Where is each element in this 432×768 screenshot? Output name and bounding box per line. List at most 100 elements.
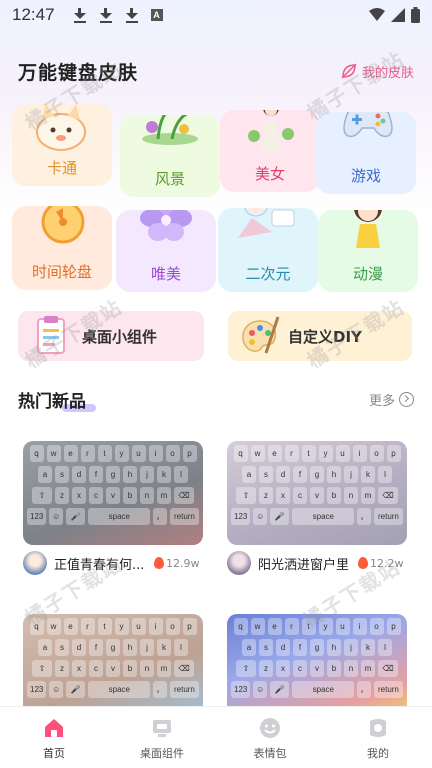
keyboard-preview: q w e r t y u i o p a s d f g h j k l ⇧ z x c v b n m ⌫ 123 ☺ 🎤 space， r… [231,618,403,714]
category-label: 二次元 [245,265,291,283]
key: j [140,639,154,656]
key: t [97,618,112,635]
keyboard-preview: q w e r t y u i o p a s d f g h j k l ⇧ z x c v b n m ⌫ 123 ☺ 🎤 space， r… [231,445,403,541]
keyboard-row: ⇧ z x c v b n m ⌫ [231,487,403,504]
key: ， [357,508,371,525]
key: v [106,487,120,504]
wifi-icon [369,8,385,21]
nav-emoji[interactable]: 表情包 [216,707,324,768]
key: ☺ [253,508,267,525]
key: t [301,445,316,462]
keyboard-row: asdfghjkl [231,466,403,483]
status-time: 12:47 [12,5,55,24]
flower-icon [140,210,192,241]
desktop-widget-card[interactable]: 桌面小组件 [18,311,204,361]
keyboard-row: asdfghjkl [27,639,199,656]
chevron-right-icon [399,391,414,407]
key: f [293,639,307,656]
anime-girl-icon [238,208,295,238]
nav-label: 表情包 [253,747,287,760]
key: b [327,660,341,677]
key: h [123,639,137,656]
category-label: 动漫 [352,265,383,283]
keyboard-row: qwertyuiop [231,445,403,462]
clipboard-icon [37,316,65,354]
keyboard-row: qwertyuiop [231,618,403,635]
key: d [72,639,86,656]
more-label: 更多 [368,393,395,409]
key: q [233,445,248,462]
key: s [259,466,273,483]
key: u [131,445,146,462]
skin-card[interactable]: q w e r t y u i o p a s d f g h j k l ⇧ z x c v b n m ⌫ 123 ☺ 🎤 space， r… [227,614,407,718]
key: d [72,466,86,483]
keyboard-row: asdfghjkl [231,639,403,656]
key: 123 [231,681,251,698]
key: ⌫ [378,487,398,504]
hot-section-header: 热门新品 更多 [18,386,414,412]
key: k [157,466,171,483]
key: r [80,618,95,635]
key: m [361,660,375,677]
key: k [361,639,375,656]
key: r [284,445,299,462]
my-skin-button[interactable]: 我的皮肤 [340,62,414,81]
key: a [242,639,256,656]
key: g [310,466,324,483]
key: ⇧ [32,487,52,504]
key: s [259,639,273,656]
key: j [344,639,358,656]
category-label: 游戏 [350,167,381,185]
time-wheel-icon [41,206,85,244]
home-icon [45,719,63,737]
key: j [140,466,154,483]
category-aesthetic[interactable]: 唯美 [116,210,216,292]
skin-card[interactable]: q w e r t y u i o p a s d f g h j k l ⇧ z x c v b n m ⌫ 123 ☺ 🎤 space， r… [23,614,203,718]
custom-diy-card[interactable]: 自定义DIY [228,311,412,361]
download-icon [125,7,139,23]
keyboard-row: 123 ☺ 🎤 space， return [27,681,199,698]
key: ， [153,508,167,525]
category-beauty[interactable]: 美女 [220,110,320,192]
category-animation[interactable]: 动漫 [318,210,418,292]
key: o [369,445,384,462]
category-scenery[interactable]: 风景 [120,115,220,197]
key: i [352,445,367,462]
key: m [157,660,171,677]
cartoon-doll-icon [354,210,382,248]
skin-item-info: 正值青春有何... 12.9w [23,551,205,575]
keyboard-row: asdfghjkl [27,466,199,483]
skin-card[interactable]: q w e r t y u i o p a s d f g h j k l ⇧ z x c v b n m ⌫ 123 ☺ 🎤 space， r… [23,441,203,545]
key: return [373,508,403,525]
key: e [267,445,282,462]
notification-a-icon: A [150,9,163,21]
key: return [169,681,199,698]
desktop-widget-label: 桌面小组件 [82,327,158,346]
skin-leaf-icon [341,63,357,79]
key: r [284,618,299,635]
key: x [276,660,290,677]
title-row: 万能键盘皮肤 我的皮肤 [18,58,414,84]
key: y [114,618,129,635]
scenery-icon [142,115,198,145]
category-label: 风景 [154,170,185,188]
key: 🎤 [269,508,290,525]
skin-card[interactable]: q w e r t y u i o p a s d f g h j k l ⇧ z x c v b n m ⌫ 123 ☺ 🎤 space， r… [227,441,407,545]
key: l [378,639,392,656]
hot-count-value: 12.9w [166,556,200,570]
nav-label: 我的 [367,747,389,760]
key: ， [357,681,371,698]
key: f [89,639,103,656]
category-time-wheel[interactable]: 时间轮盘 [12,206,112,290]
key: y [114,445,129,462]
more-button[interactable]: 更多 [369,390,414,409]
nav-desktop-widget[interactable]: 桌面组件 [108,707,216,768]
category-games[interactable]: 游戏 [316,112,416,194]
nav-profile[interactable]: 我的 [324,707,432,768]
key: g [310,639,324,656]
nav-home[interactable]: 首页 [0,707,108,768]
category-anime[interactable]: 二次元 [218,208,318,292]
key: b [123,660,137,677]
category-cartoon[interactable]: 卡通 [12,104,112,186]
category-label: 美女 [254,165,285,183]
